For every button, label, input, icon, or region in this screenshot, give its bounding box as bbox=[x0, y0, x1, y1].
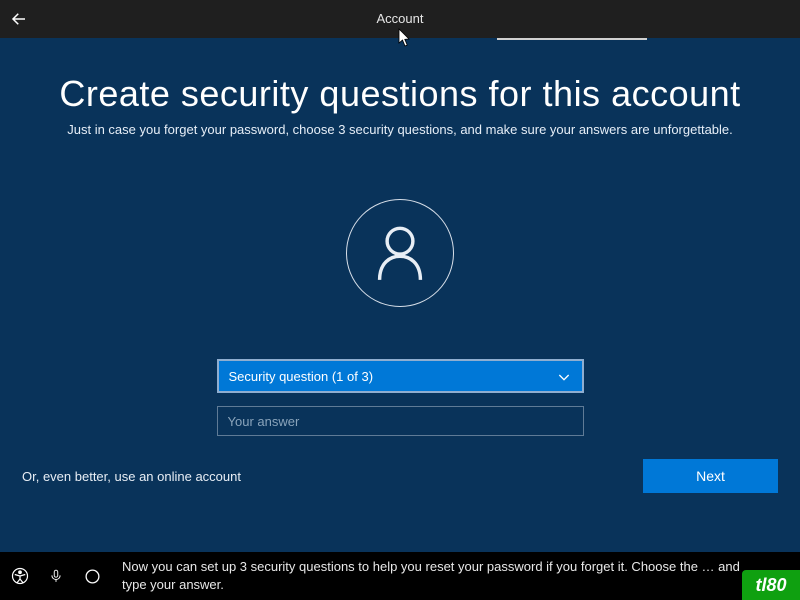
back-button[interactable] bbox=[0, 0, 38, 38]
accessibility-icon bbox=[11, 567, 29, 585]
watermark-text: tl80 bbox=[755, 575, 786, 596]
topbar: Account bbox=[0, 0, 800, 38]
page-title: Create security questions for this accou… bbox=[59, 73, 740, 115]
cortana-icon bbox=[84, 568, 101, 585]
cortana-button[interactable] bbox=[78, 552, 106, 600]
security-question-dropdown[interactable]: Security question (1 of 3) bbox=[217, 359, 584, 393]
next-button[interactable]: Next bbox=[643, 459, 778, 493]
answer-input[interactable] bbox=[217, 406, 584, 436]
use-online-account-link[interactable]: Or, even better, use an online account bbox=[22, 469, 241, 484]
microphone-button[interactable] bbox=[42, 552, 70, 600]
page-subtitle: Just in case you forget your password, c… bbox=[67, 122, 733, 137]
tab-account[interactable]: Account bbox=[377, 11, 424, 34]
taskbar: Now you can set up 3 security questions … bbox=[0, 552, 800, 600]
ease-of-access-button[interactable] bbox=[6, 552, 34, 600]
dropdown-label: Security question (1 of 3) bbox=[229, 369, 374, 384]
bottom-row: Or, even better, use an online account N… bbox=[0, 458, 800, 494]
avatar bbox=[346, 199, 454, 307]
main-content: Create security questions for this accou… bbox=[0, 38, 800, 552]
tab-account-label: Account bbox=[377, 11, 424, 26]
narrator-caption: Now you can set up 3 security questions … bbox=[122, 558, 800, 593]
arrow-left-icon bbox=[10, 10, 28, 28]
watermark: tl80 bbox=[742, 570, 800, 600]
security-question-form: Security question (1 of 3) bbox=[217, 359, 584, 436]
user-icon bbox=[374, 224, 426, 282]
microphone-icon bbox=[49, 568, 63, 584]
chevron-down-icon bbox=[556, 367, 572, 387]
